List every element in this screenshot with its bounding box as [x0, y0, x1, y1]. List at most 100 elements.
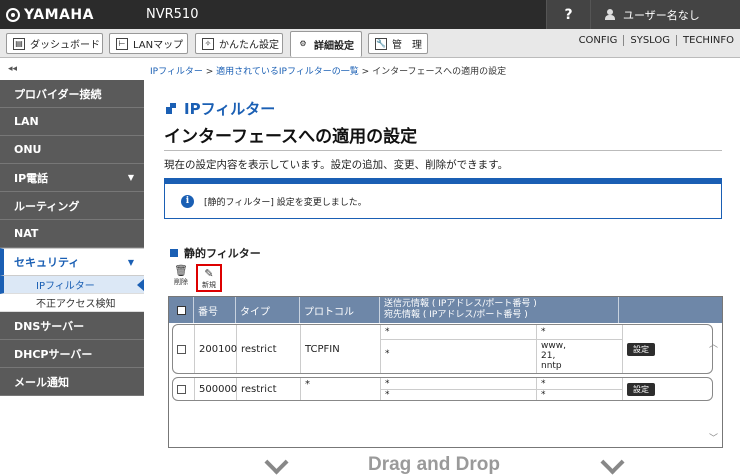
sidebar-label: セキュリティ [14, 256, 80, 269]
system-links: CONFIG SYSLOG TECHINFO [573, 35, 740, 46]
sidebar-label: メール通知 [14, 375, 69, 389]
section-square-icon [170, 249, 178, 257]
page-subtitle-text: IPフィルター [184, 100, 276, 118]
user-name: ユーザー名なし [623, 8, 700, 22]
trash-icon: 🗑 [174, 264, 188, 277]
tab-lan-map[interactable]: ⊢ LANマップ [109, 33, 188, 54]
sidebar-label: ONU [14, 143, 42, 156]
cell-type: restrict [237, 378, 301, 400]
tab-label: かんたん設定 [219, 40, 279, 51]
dashboard-icon: ▤ [13, 37, 25, 50]
help-button[interactable]: ? [546, 0, 590, 29]
header-address-info: 送信元情報 ( IPアドレス/ポート番号 ) 宛先情報 ( IPアドレス/ポート… [380, 297, 619, 323]
sidebar-item-mail-notify[interactable]: メール通知 [0, 368, 144, 396]
header-type[interactable]: タイプ [236, 297, 300, 323]
delete-button[interactable]: 🗑 削除 [170, 264, 192, 287]
sidebar-item-lan[interactable]: LAN [0, 108, 144, 136]
config-link[interactable]: CONFIG [573, 35, 624, 46]
sidebar-item-dns-server[interactable]: DNSサーバー [0, 312, 144, 340]
sidebar-label: IP電話 [14, 171, 49, 185]
sidebar-item-onu[interactable]: ONU [0, 136, 144, 164]
sidebar-item-security[interactable]: セキュリティ ▼ [0, 248, 144, 276]
chevron-down-icon [598, 454, 626, 476]
scroll-down-icon[interactable]: ﹀ [709, 431, 718, 444]
main-content: IPフィルター インターフェースへの適用の設定 現在の設定内容を表示しています。… [150, 80, 730, 476]
row-checkbox-cell [173, 378, 195, 400]
breadcrumb: IPフィルター > 適用されているIPフィルターの一覧 > インターフェースへの… [150, 64, 506, 77]
breadcrumb-filter-list[interactable]: 適用されているIPフィルターの一覧 [216, 67, 359, 77]
cell-source: * * [381, 325, 537, 373]
source-ip: * [385, 379, 390, 389]
toolbar: 🗑 削除 ✎ 新規 [170, 264, 222, 294]
sidebar-label: LAN [14, 115, 39, 128]
sidebar-subitem-ip-filter[interactable]: IPフィルター [0, 276, 144, 294]
new-label: 新規 [202, 281, 216, 289]
header-number[interactable]: 番号 [194, 297, 236, 323]
wrench-icon: 🔧 [375, 37, 387, 50]
scroll-up-icon[interactable]: ︿ [709, 337, 718, 350]
breadcrumb-ip-filter[interactable]: IPフィルター [150, 67, 203, 77]
top-bar: YAMAHA NVR510 ? ユーザー名なし [0, 0, 740, 29]
destination-port: 21, [541, 351, 556, 361]
breadcrumb-sep: > [202, 67, 217, 77]
sidebar-item-ip-phone[interactable]: IP電話 ▼ [0, 164, 144, 192]
sidebar-item-provider[interactable]: プロバイダー接続 [0, 80, 144, 108]
cell-actions: 設定 [623, 378, 713, 400]
edit-row-button[interactable]: 設定 [627, 342, 655, 356]
cell-divider [381, 339, 536, 340]
tab-label: LANマップ [133, 40, 184, 51]
user-menu[interactable]: ユーザー名なし [590, 0, 740, 29]
notice-box: i [静的フィルター] 設定を変更しました。 [164, 178, 722, 219]
drag-and-drop-area[interactable]: Drag and Drop [150, 454, 730, 476]
cell-actions: 設定 [623, 325, 713, 373]
model-name: NVR510 [146, 7, 199, 22]
header-destination: 宛先情報 ( IPアドレス/ポート番号 ) [384, 310, 528, 320]
page-subtitle: IPフィルター [166, 98, 275, 119]
sidebar-item-nat[interactable]: NAT [0, 220, 144, 248]
lan-map-icon: ⊢ [116, 37, 128, 50]
row-checkbox[interactable] [177, 344, 186, 354]
collapse-sidebar-button[interactable]: ◂◂ [8, 64, 17, 74]
tab-easy-setup[interactable]: ✧ かんたん設定 [195, 33, 283, 54]
row-checkbox[interactable] [177, 384, 186, 394]
select-all-checkbox-cell [169, 297, 194, 323]
sidebar-item-routing[interactable]: ルーティング [0, 192, 144, 220]
section-title: 静的フィルター [170, 245, 261, 261]
sidebar-label: 不正アクセス検知 [36, 299, 116, 310]
table-row: 500000 restrict * * * * * 設定 [172, 377, 713, 401]
drag-and-drop-label: Drag and Drop [368, 454, 500, 475]
destination-port: www, [541, 341, 566, 351]
tab-advanced[interactable]: ⚙ 詳細設定 [290, 31, 362, 57]
sidebar-label: IPフィルター [36, 281, 95, 292]
tab-label: 管 理 [392, 40, 422, 51]
cell-destination: * * [537, 378, 623, 400]
sidebar-item-dhcp-server[interactable]: DHCPサーバー [0, 340, 144, 368]
edit-row-button[interactable]: 設定 [627, 382, 655, 396]
tab-label: ダッシュボード [30, 40, 100, 51]
wand-icon: ✧ [202, 37, 214, 50]
destination-port: nntp [541, 361, 562, 371]
new-button[interactable]: ✎ 新規 [196, 264, 222, 292]
user-icon [605, 9, 615, 20]
page-description: 現在の設定内容を表示しています。設定の追加、変更、削除ができます。 [164, 159, 509, 171]
cell-type: restrict [237, 325, 301, 373]
tab-dashboard[interactable]: ▤ ダッシュボード [6, 33, 103, 54]
techinfo-link[interactable]: TECHINFO [676, 35, 740, 46]
sidebar-label: DNSサーバー [14, 319, 85, 333]
notice-text: [静的フィルター] 設定を変更しました。 [204, 197, 367, 208]
chevron-down-icon: ▼ [127, 173, 134, 182]
table-row: 200100 restrict TCPFIN * * * www, 21, nn… [172, 324, 713, 374]
header-protocol[interactable]: プロトコル [300, 297, 380, 323]
destination-ip: * [541, 379, 546, 389]
sidebar-subitem-intrusion-detection[interactable]: 不正アクセス検知 [0, 294, 144, 312]
tab-management[interactable]: 🔧 管 理 [368, 33, 428, 54]
destination-port: * [541, 390, 546, 400]
row-checkbox-cell [173, 325, 195, 373]
page-title: インターフェースへの適用の設定 [164, 127, 418, 147]
help-icon: ? [564, 6, 573, 23]
select-all-checkbox[interactable] [177, 305, 186, 315]
source-port: * [385, 349, 390, 359]
syslog-link[interactable]: SYSLOG [623, 35, 676, 46]
info-icon: i [181, 194, 194, 208]
chevron-down-icon: ▼ [127, 257, 134, 267]
